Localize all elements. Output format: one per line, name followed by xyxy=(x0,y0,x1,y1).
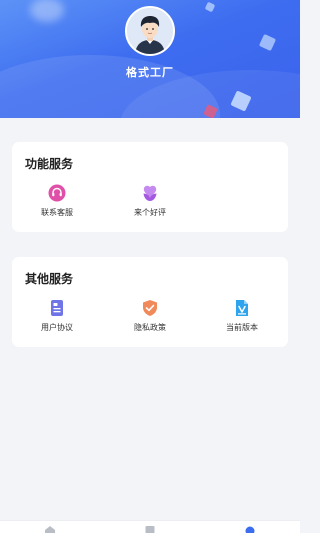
avatar[interactable] xyxy=(125,6,175,56)
privacy-policy-item[interactable]: 隐私政策 xyxy=(115,299,185,333)
home-icon[interactable] xyxy=(44,525,56,533)
other-services-card: 其他服务 用户协议 隐私政策 当前版本 xyxy=(12,257,288,347)
user-agreement-label: 用户协议 xyxy=(41,323,73,332)
function-services-card: 功能服务 联系客服 来个好评 xyxy=(12,142,288,232)
user-name: 格式工厂 xyxy=(126,66,174,79)
shield-check-icon xyxy=(143,300,157,316)
tools-icon[interactable] xyxy=(144,525,156,533)
cube-decoration xyxy=(204,1,216,13)
section-title: 功能服务 xyxy=(25,157,74,171)
profile-icon[interactable] xyxy=(244,525,256,533)
header-glow-decoration xyxy=(30,0,64,22)
user-avatar-icon xyxy=(127,8,173,54)
cube-decoration xyxy=(258,33,277,52)
bottom-tab-bar xyxy=(0,520,300,533)
current-version-label: 当前版本 xyxy=(226,323,258,332)
user-agreement-item[interactable]: 用户协议 xyxy=(22,299,92,333)
current-version-item[interactable]: 当前版本 xyxy=(207,299,277,333)
rate-app-item[interactable]: 来个好评 xyxy=(115,184,185,218)
thumbs-up-icon xyxy=(143,185,157,201)
profile-header: 格式工厂 xyxy=(0,0,300,118)
rate-app-label: 来个好评 xyxy=(134,208,166,217)
document-icon xyxy=(51,300,63,316)
section-title: 其他服务 xyxy=(25,272,74,286)
contact-support-item[interactable]: 联系客服 xyxy=(22,184,92,218)
contact-support-label: 联系客服 xyxy=(41,208,73,217)
version-file-icon xyxy=(236,300,248,316)
customer-service-icon xyxy=(48,184,66,202)
privacy-policy-label: 隐私政策 xyxy=(134,323,166,332)
